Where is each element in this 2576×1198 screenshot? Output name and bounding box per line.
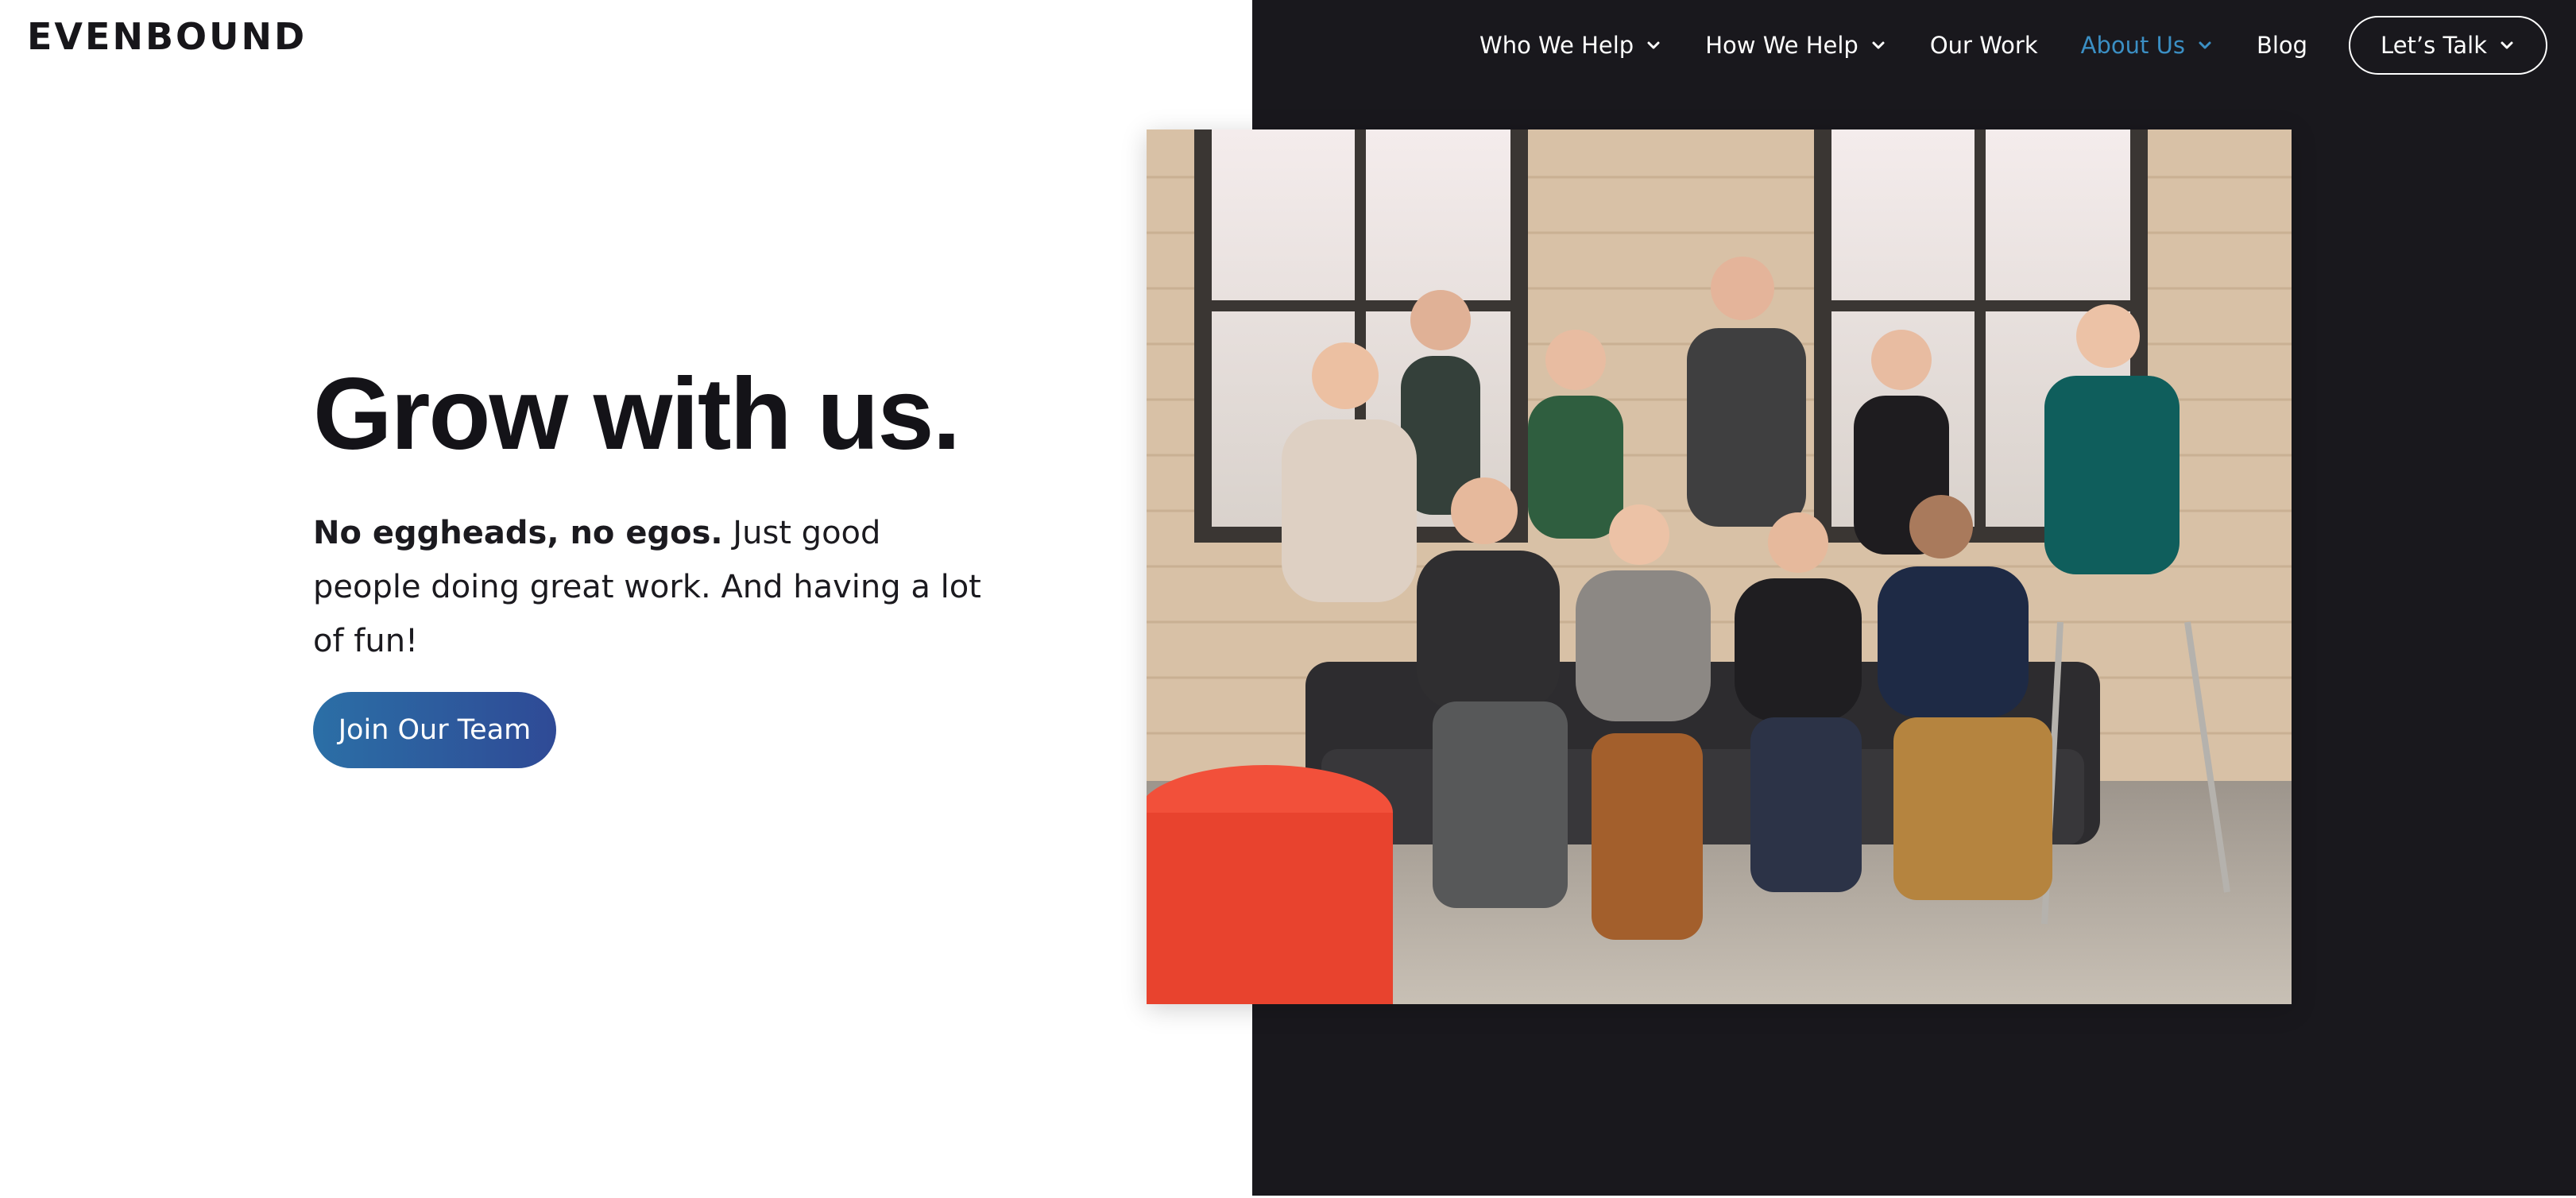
hero-section: Grow with us. No eggheads, no egos. Just… — [313, 361, 1028, 668]
chevron-down-icon — [2498, 37, 2516, 54]
main-navigation: Who We Help How We Help Our Work About U… — [1437, 16, 2547, 75]
nav-item-about-us[interactable]: About Us — [2081, 32, 2214, 59]
join-our-team-button[interactable]: Join Our Team — [313, 692, 556, 768]
nav-item-how-we-help[interactable]: How We Help — [1705, 32, 1887, 59]
chevron-down-icon — [1645, 37, 1662, 54]
hero-title: Grow with us. — [313, 357, 961, 471]
nav-label: Who We Help — [1479, 32, 1634, 59]
cta-label: Let’s Talk — [2381, 32, 2487, 59]
nav-item-our-work[interactable]: Our Work — [1930, 32, 2038, 59]
nav-label: Blog — [2256, 32, 2308, 59]
nav-item-blog[interactable]: Blog — [2257, 32, 2307, 59]
nav-label: How We Help — [1705, 32, 1859, 59]
nav-item-who-we-help[interactable]: Who We Help — [1479, 32, 1662, 59]
nav-label: About Us — [2080, 32, 2185, 59]
evenbound-logo[interactable]: EVENBOUND — [27, 16, 307, 57]
hero-subtitle-bold: No eggheads, no egos. — [313, 515, 723, 552]
team-photo — [1147, 129, 2292, 1004]
lets-talk-button[interactable]: Let’s Talk — [2349, 16, 2547, 75]
hero-subtitle: No eggheads, no egos. Just good people d… — [313, 506, 996, 668]
chevron-down-icon — [2196, 37, 2214, 54]
nav-label: Our Work — [1929, 32, 2038, 59]
page: EVENBOUND Who We Help How We Help Our Wo… — [0, 0, 2576, 1198]
chevron-down-icon — [1870, 37, 1887, 54]
team-photo-illustration — [1147, 129, 2292, 1004]
